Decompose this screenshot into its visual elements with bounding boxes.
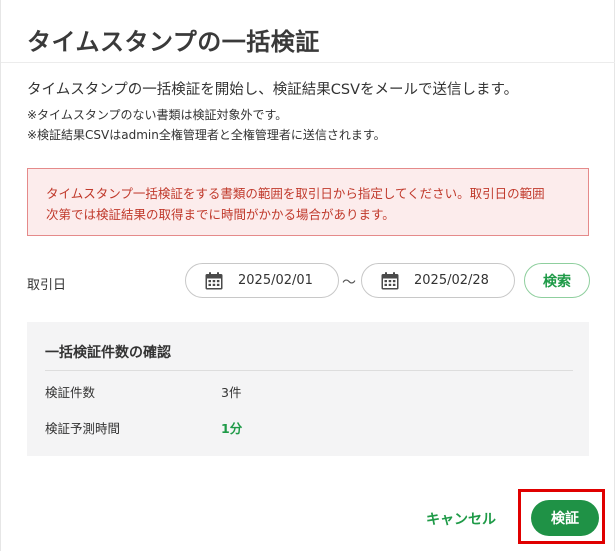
estimated-time-value: 1分 — [221, 421, 243, 436]
panel-divider — [45, 370, 573, 371]
dialog-title: タイムスタンプの一括検証 — [27, 28, 320, 56]
dialog-note-1: ※タイムスタンプのない書類は検証対象外です。 — [27, 108, 288, 122]
verify-button[interactable]: 検証 — [531, 500, 599, 536]
calendar-icon — [205, 271, 223, 289]
verification-count-label: 検証件数 — [45, 385, 96, 400]
title-divider — [1, 62, 615, 63]
verification-count-title: 一括検証件数の確認 — [45, 345, 171, 361]
transaction-date-label: 取引日 — [27, 278, 67, 293]
calendar-icon — [381, 271, 399, 289]
dialog-description: タイムスタンプの一括検証を開始し、検証結果CSVをメールで送信します。 — [27, 82, 519, 98]
cancel-button[interactable]: キャンセル — [426, 509, 496, 529]
timestamp-bulk-verify-dialog: タイムスタンプの一括検証 タイムスタンプの一括検証を開始し、検証結果CSVをメー… — [0, 0, 615, 551]
verification-count-value: 3件 — [221, 385, 242, 400]
verification-count-panel: 一括検証件数の確認 検証件数 3件 検証予測時間 1分 — [27, 322, 589, 456]
start-date-value: 2025/02/01 — [238, 273, 313, 288]
estimated-time-label: 検証予測時間 — [45, 421, 121, 436]
end-date-value: 2025/02/28 — [414, 273, 489, 288]
warning-alert-line-2: 次第では検証結果の取得までに時間がかかる場合があります。 — [46, 207, 395, 222]
warning-alert-line-1: タイムスタンプ一括検証をする書類の範囲を取引日から指定してください。取引日の範囲 — [46, 186, 545, 201]
end-date-field[interactable]: 2025/02/28 — [361, 263, 515, 298]
warning-alert: タイムスタンプ一括検証をする書類の範囲を取引日から指定してください。取引日の範囲… — [27, 168, 589, 236]
date-range-separator: 〜 — [342, 275, 356, 291]
dialog-note-2: ※検証結果CSVはadmin全権管理者と全権管理者に送信されます。 — [27, 128, 386, 142]
start-date-field[interactable]: 2025/02/01 — [185, 263, 339, 298]
search-button[interactable]: 検索 — [524, 263, 590, 298]
